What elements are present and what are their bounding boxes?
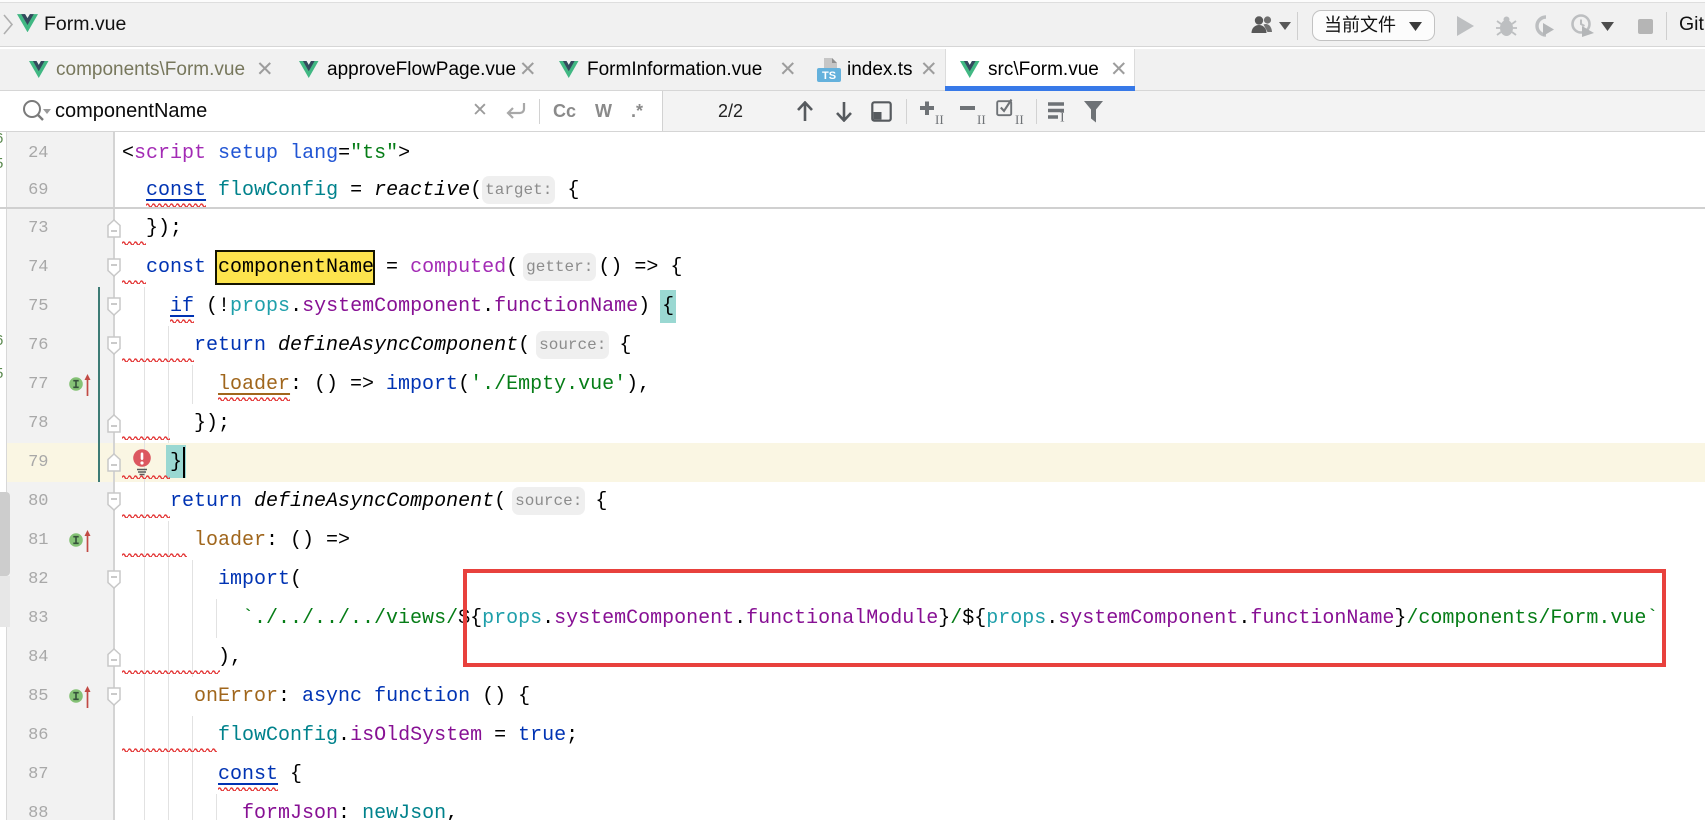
svg-text:I: I [1060, 111, 1065, 123]
svg-text:II: II [1015, 112, 1024, 126]
svg-text:II: II [977, 112, 986, 126]
svg-text:TS: TS [822, 70, 836, 82]
svg-text:II: II [935, 112, 944, 126]
